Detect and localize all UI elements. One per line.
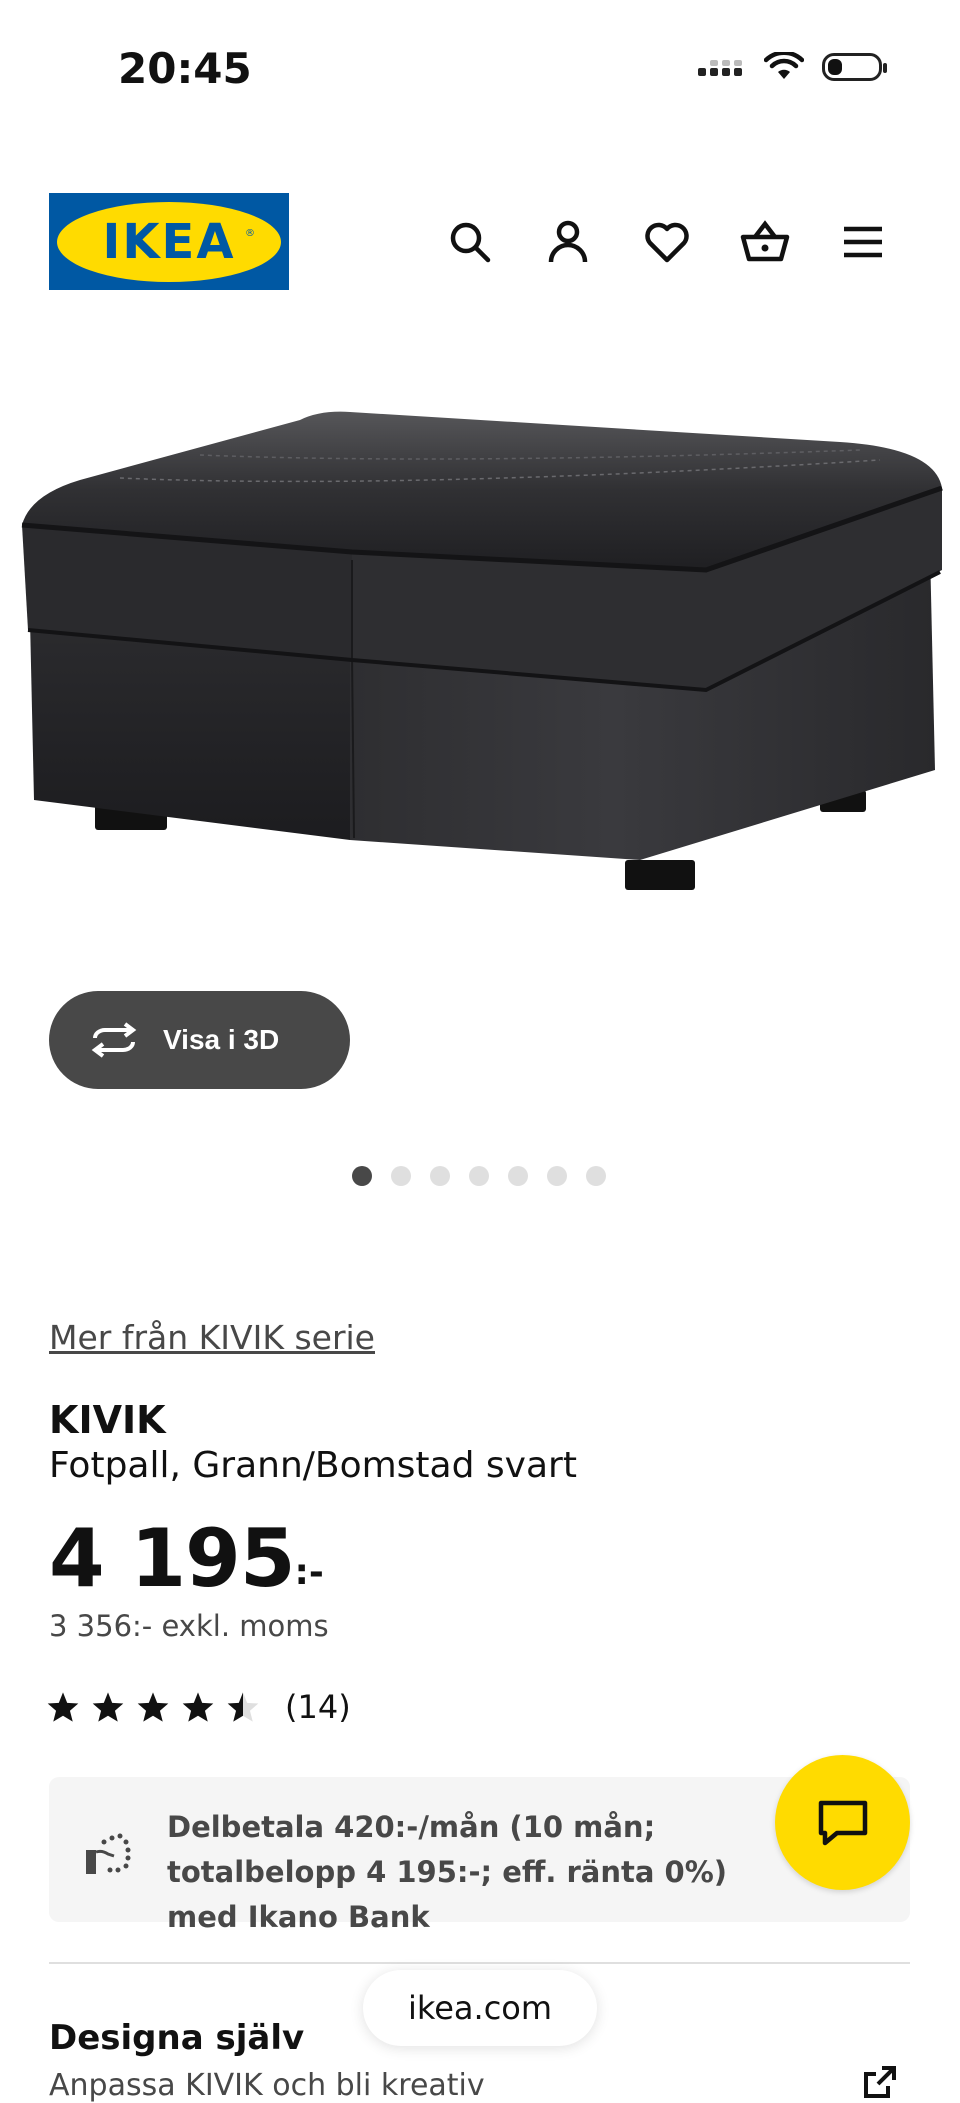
star-icon	[182, 1692, 214, 1722]
review-count: (14)	[285, 1688, 351, 1726]
carousel-dots	[352, 1166, 606, 1186]
installment-text: Delbetala 420:-/mån (10 mån; totalbelopp…	[167, 1810, 728, 1934]
cellular-signal-icon	[698, 60, 742, 76]
divider	[49, 1962, 910, 1964]
payment-hand-icon	[86, 1833, 131, 1874]
star-icon	[47, 1692, 79, 1722]
logo-oval: IKEA ®	[57, 201, 281, 282]
view-3d-button[interactable]: Visa i 3D	[49, 991, 350, 1089]
design-section-title[interactable]: Designa själv	[49, 2018, 304, 2058]
browser-url-pill[interactable]: ikea.com	[363, 1970, 597, 2046]
carousel-dot[interactable]	[586, 1166, 606, 1186]
price: 4 195 :-	[49, 1512, 324, 1605]
ikea-logo[interactable]: IKEA ®	[49, 193, 289, 290]
basket-icon[interactable]	[735, 212, 795, 272]
price-suffix: :-	[294, 1552, 324, 1593]
carousel-dot[interactable]	[352, 1166, 372, 1186]
logo-text: IKEA	[102, 213, 236, 270]
product-image[interactable]	[0, 360, 960, 1020]
star-half-icon	[227, 1692, 259, 1722]
status-time: 20:45	[118, 44, 252, 93]
price-amount: 4 195	[49, 1512, 296, 1605]
carousel-dot[interactable]	[469, 1166, 489, 1186]
series-link[interactable]: Mer från KIVIK serie	[49, 1318, 375, 1357]
account-icon[interactable]	[538, 212, 598, 272]
chat-bubble-icon	[818, 1800, 867, 1845]
external-link-icon[interactable]	[862, 2064, 898, 2100]
wifi-icon	[764, 52, 804, 79]
product-description: Fotpall, Grann/Bomstad svart	[49, 1445, 577, 1486]
product-name: KIVIK	[49, 1398, 166, 1442]
battery-icon	[822, 53, 887, 81]
price-excl-vat: 3 356:- exkl. moms	[49, 1609, 329, 1643]
registered-mark: ®	[245, 227, 255, 239]
view-3d-label: Visa i 3D	[163, 1024, 280, 1055]
star-icon	[92, 1692, 124, 1722]
carousel-dot[interactable]	[391, 1166, 411, 1186]
battery-level	[828, 59, 842, 75]
status-icons	[696, 52, 887, 82]
carousel-dot[interactable]	[547, 1166, 567, 1186]
star-icon	[137, 1692, 169, 1722]
carousel-dot[interactable]	[508, 1166, 528, 1186]
rating[interactable]: (14)	[46, 1688, 351, 1726]
rotate-arrows-icon	[91, 1022, 137, 1058]
chat-button[interactable]	[775, 1755, 910, 1890]
menu-icon[interactable]	[833, 212, 893, 272]
carousel-dot[interactable]	[430, 1166, 450, 1186]
search-icon[interactable]	[440, 212, 500, 272]
heart-icon[interactable]	[637, 212, 697, 272]
design-section-subtitle: Anpassa KIVIK och bli kreativ	[49, 2068, 485, 2103]
